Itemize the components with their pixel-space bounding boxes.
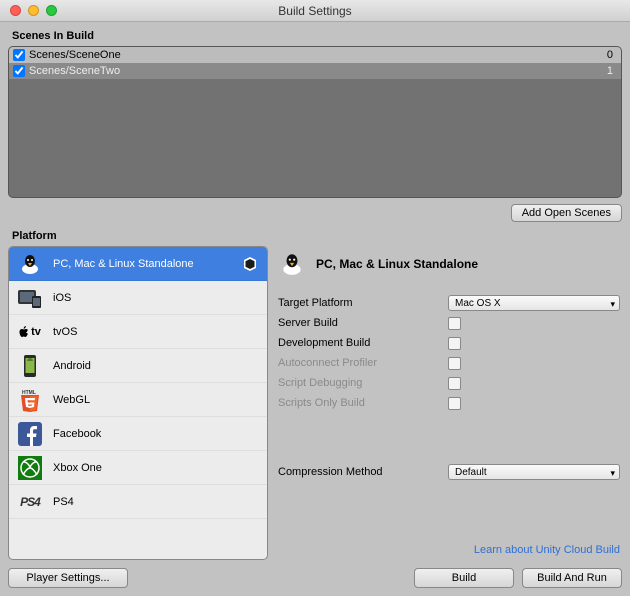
platform-item-webgl[interactable]: HTML WebGL xyxy=(9,383,267,417)
unity-target-icon xyxy=(241,255,259,273)
platform-item-label: WebGL xyxy=(53,394,259,406)
scene-checkbox[interactable] xyxy=(13,65,25,77)
field-label: Server Build xyxy=(278,317,448,329)
platform-item-facebook[interactable]: Facebook xyxy=(9,417,267,451)
field-dev-build: Development Build xyxy=(278,334,620,352)
field-scripts-only: Scripts Only Build xyxy=(278,394,620,412)
scene-row[interactable]: Scenes/SceneTwo 1 xyxy=(9,63,621,79)
platform-item-label: iOS xyxy=(53,292,259,304)
platform-item-label: tvOS xyxy=(53,326,259,338)
platform-item-label: Facebook xyxy=(53,428,259,440)
scene-name: Scenes/SceneOne xyxy=(29,49,121,61)
scenes-label: Scenes In Build xyxy=(12,30,622,42)
platform-item-label: PC, Mac & Linux Standalone xyxy=(53,258,231,270)
scene-name: Scenes/SceneTwo xyxy=(29,65,120,77)
scene-row[interactable]: Scenes/SceneOne 0 xyxy=(9,47,621,63)
add-open-scenes-button[interactable]: Add Open Scenes xyxy=(511,204,622,222)
dev-build-checkbox[interactable] xyxy=(448,337,461,350)
scripts-only-checkbox xyxy=(448,397,461,410)
scene-index: 1 xyxy=(607,65,617,77)
settings-header: PC, Mac & Linux Standalone xyxy=(278,250,620,278)
android-icon xyxy=(17,353,43,379)
platform-item-label: Android xyxy=(53,360,259,372)
settings-title: PC, Mac & Linux Standalone xyxy=(316,257,478,271)
platform-item-label: PS4 xyxy=(53,496,259,508)
platform-list[interactable]: PC, Mac & Linux Standalone iOS tv tvOS xyxy=(8,246,268,560)
field-target-platform: Target Platform Mac OS X xyxy=(278,294,620,312)
tux-icon xyxy=(278,250,306,278)
platform-item-label: Xbox One xyxy=(53,462,259,474)
field-script-debug: Script Debugging xyxy=(278,374,620,392)
build-button[interactable]: Build xyxy=(414,568,514,588)
build-settings-pane: PC, Mac & Linux Standalone Target Platfo… xyxy=(276,246,622,560)
scenes-list[interactable]: Scenes/SceneOne 0 Scenes/SceneTwo 1 xyxy=(8,46,622,198)
close-icon[interactable] xyxy=(10,5,21,16)
platform-item-xbox[interactable]: Xbox One xyxy=(9,451,267,485)
script-debug-checkbox xyxy=(448,377,461,390)
platform-item-tvos[interactable]: tv tvOS xyxy=(9,315,267,349)
build-and-run-button[interactable]: Build And Run xyxy=(522,568,622,588)
field-label: Development Build xyxy=(278,337,448,349)
xbox-icon xyxy=(17,455,43,481)
bottom-bar: Player Settings... Build Build And Run xyxy=(8,560,622,588)
compression-select[interactable]: Default xyxy=(448,464,620,480)
html5-icon: HTML xyxy=(17,387,43,413)
field-label: Scripts Only Build xyxy=(278,397,448,409)
platform-label: Platform xyxy=(12,230,622,242)
facebook-icon xyxy=(17,421,43,447)
field-label: Compression Method xyxy=(278,466,448,478)
scene-checkbox[interactable] xyxy=(13,49,25,61)
field-autoconnect: Autoconnect Profiler xyxy=(278,354,620,372)
scene-index: 0 xyxy=(607,49,617,61)
platform-item-standalone[interactable]: PC, Mac & Linux Standalone xyxy=(9,247,267,281)
field-compression: Compression Method Default xyxy=(278,463,620,481)
server-build-checkbox[interactable] xyxy=(448,317,461,330)
target-platform-select[interactable]: Mac OS X xyxy=(448,295,620,311)
ps4-icon: PS4 xyxy=(17,489,43,515)
player-settings-button[interactable]: Player Settings... xyxy=(8,568,128,588)
ios-icon xyxy=(17,285,43,311)
titlebar: Build Settings xyxy=(0,0,630,22)
platform-item-ps4[interactable]: PS4 PS4 xyxy=(9,485,267,519)
field-server-build: Server Build xyxy=(278,314,620,332)
platform-item-ios[interactable]: iOS xyxy=(9,281,267,315)
field-label: Script Debugging xyxy=(278,377,448,389)
platform-item-android[interactable]: Android xyxy=(9,349,267,383)
window-controls xyxy=(0,5,57,16)
window-title: Build Settings xyxy=(0,4,630,18)
field-label: Autoconnect Profiler xyxy=(278,357,448,369)
minimize-icon[interactable] xyxy=(28,5,39,16)
appletv-icon: tv xyxy=(17,319,43,345)
maximize-icon[interactable] xyxy=(46,5,57,16)
cloud-build-link[interactable]: Learn about Unity Cloud Build xyxy=(278,544,620,556)
autoconnect-checkbox xyxy=(448,357,461,370)
tux-icon xyxy=(17,251,43,277)
field-label: Target Platform xyxy=(278,297,448,309)
